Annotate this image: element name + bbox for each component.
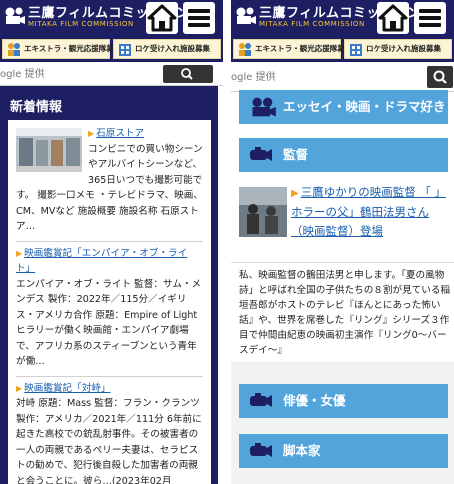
banner-location-recruit[interactable]: ロケ受け入れ施設募集 — [344, 39, 452, 59]
news-item-link[interactable]: 映画鑑賞記「対峙」 — [24, 383, 110, 394]
logo-subtitle: MITAKA FILM COMMISSION — [28, 20, 134, 28]
news-item-text: エンパイア・オブ・ライト 監督：サム・メンデス 製作：2022年／115分／イギ… — [16, 278, 202, 368]
banner-extra-recruit[interactable]: エキストラ・観光応援隊募集 — [2, 39, 121, 59]
article-excerpt: 私、映画監督の鶴田法男と申します。「夏の風物詩」と呼ばれ全国の子供たちの８割が見… — [239, 270, 451, 356]
banner-row: エキストラ・観光応援隊募集 ロケ受け入れ施設募集 — [231, 36, 454, 62]
search-icon — [433, 70, 447, 84]
movie-camera-icon — [252, 97, 276, 117]
news-item-text: 対峙 原題：Mass 監督：フラン・クランツ 製作：アメリカ／2021年／111… — [16, 398, 202, 484]
category-label: 俳優・女優 — [283, 393, 346, 408]
banner-location-recruit[interactable]: ロケ受け入れ施設募集 — [113, 39, 221, 59]
film-shoot-thumbnail-image[interactable] — [239, 187, 287, 237]
arrow-icon: ▶ — [16, 383, 23, 393]
search-bar: ogle 提供 — [231, 62, 454, 92]
category-actor[interactable]: 俳優・女優 — [239, 384, 448, 418]
search-input[interactable]: ogle 提供 — [231, 68, 391, 86]
camera-icon — [250, 443, 272, 457]
divider — [231, 262, 454, 263]
site-header: 三鷹フィルムコミッション MITAKA FILM COMMISSION — [231, 0, 454, 36]
news-item: ▶ 映画鑑賞記「エンパイア・オブ・ライト」 エンパイア・オブ・ライト 監督：サム・… — [16, 240, 203, 370]
category-director[interactable]: 監督 — [239, 138, 448, 172]
article-link[interactable]: 三鷹ゆかりの映画監督 「 」ホラーの父」鶴田法男さん（映画監督）登場 — [291, 185, 446, 238]
banner-extra-label: エキストラ・観光応援隊募集 — [255, 44, 353, 53]
search-input[interactable]: ogle 提供 — [0, 65, 160, 83]
category-label: 監督 — [283, 147, 309, 162]
search-placeholder: ogle 提供 — [0, 69, 45, 80]
category-essay[interactable]: エッセイ・映画・ドラマ好き — [239, 90, 448, 124]
store-thumbnail-image[interactable] — [16, 128, 82, 172]
home-button[interactable] — [146, 2, 178, 34]
banner-location-label: ロケ受け入れ施設募集 — [366, 44, 441, 53]
featured-article: ▶ 三鷹ゆかりの映画監督 「 」ホラーの父」鶴田法男さん（映画監督）登場 — [239, 183, 448, 241]
search-button[interactable] — [427, 66, 453, 88]
news-item-link[interactable]: 映画鑑賞記「エンパイア・オブ・ライト」 — [16, 248, 187, 275]
search-icon — [181, 68, 193, 80]
film-camera-logo-icon — [5, 7, 25, 24]
category-writer[interactable]: 脚本家 — [239, 434, 448, 468]
banner-extra-recruit[interactable]: エキストラ・観光応援隊募集 — [233, 39, 352, 59]
camera-icon — [250, 393, 272, 407]
menu-button[interactable] — [183, 2, 215, 34]
panel-divider — [223, 0, 231, 484]
site-header: 三鷹フィルムコミッション MITAKA FILM COMMISSION — [0, 0, 223, 36]
hamburger-menu-icon — [419, 9, 441, 27]
building-icon — [119, 44, 131, 56]
home-icon — [147, 4, 177, 32]
film-camera-logo-icon — [236, 7, 256, 24]
search-button[interactable] — [163, 65, 213, 83]
banner-extra-label: エキストラ・観光応援隊募集 — [24, 44, 122, 53]
people-icon — [8, 43, 20, 56]
banner-location-label: ロケ受け入れ施設募集 — [135, 44, 210, 53]
right-page-view: 三鷹フィルムコミッション MITAKA FILM COMMISSION エキスト… — [231, 0, 454, 484]
camera-icon — [250, 147, 272, 161]
arrow-icon: ▶ — [291, 188, 299, 199]
news-item-link[interactable]: 石原ストア — [96, 128, 144, 139]
left-page-view: 三鷹フィルムコミッション MITAKA FILM COMMISSION エキスト… — [0, 0, 223, 484]
search-placeholder: ogle 提供 — [231, 72, 276, 83]
arrow-icon: ▶ — [88, 129, 95, 138]
logo-subtitle: MITAKA FILM COMMISSION — [259, 20, 365, 28]
news-item: ▶ 石原ストア コンビニでの買い物シーンやアルバイトシーンなど、365日いつでも撮… — [16, 126, 203, 235]
category-label: エッセイ・映画・ドラマ好き — [283, 99, 446, 114]
category-label: 脚本家 — [283, 443, 321, 458]
news-section: 新着情報 ▶ 石原ストア コンビニでの買い物シーンやアルバイトシーンなど、365日… — [0, 86, 218, 484]
news-list: ▶ 石原ストア コンビニでの買い物シーンやアルバイトシーンなど、365日いつでも撮… — [8, 120, 211, 484]
search-bar: ogle 提供 — [0, 62, 223, 86]
home-icon — [378, 4, 408, 32]
home-button[interactable] — [377, 2, 409, 34]
menu-button[interactable] — [414, 2, 446, 34]
banner-row: エキストラ・観光応援隊募集 ロケ受け入れ施設募集 — [0, 36, 223, 62]
people-icon — [239, 43, 251, 56]
building-icon — [350, 44, 362, 56]
arrow-icon: ▶ — [16, 248, 23, 258]
news-item: ▶ 映画鑑賞記「対峙」 対峙 原題：Mass 監督：フラン・クランツ 製作：アメリ… — [16, 375, 203, 484]
news-heading: 新着情報 — [10, 100, 63, 115]
hamburger-menu-icon — [188, 9, 210, 27]
